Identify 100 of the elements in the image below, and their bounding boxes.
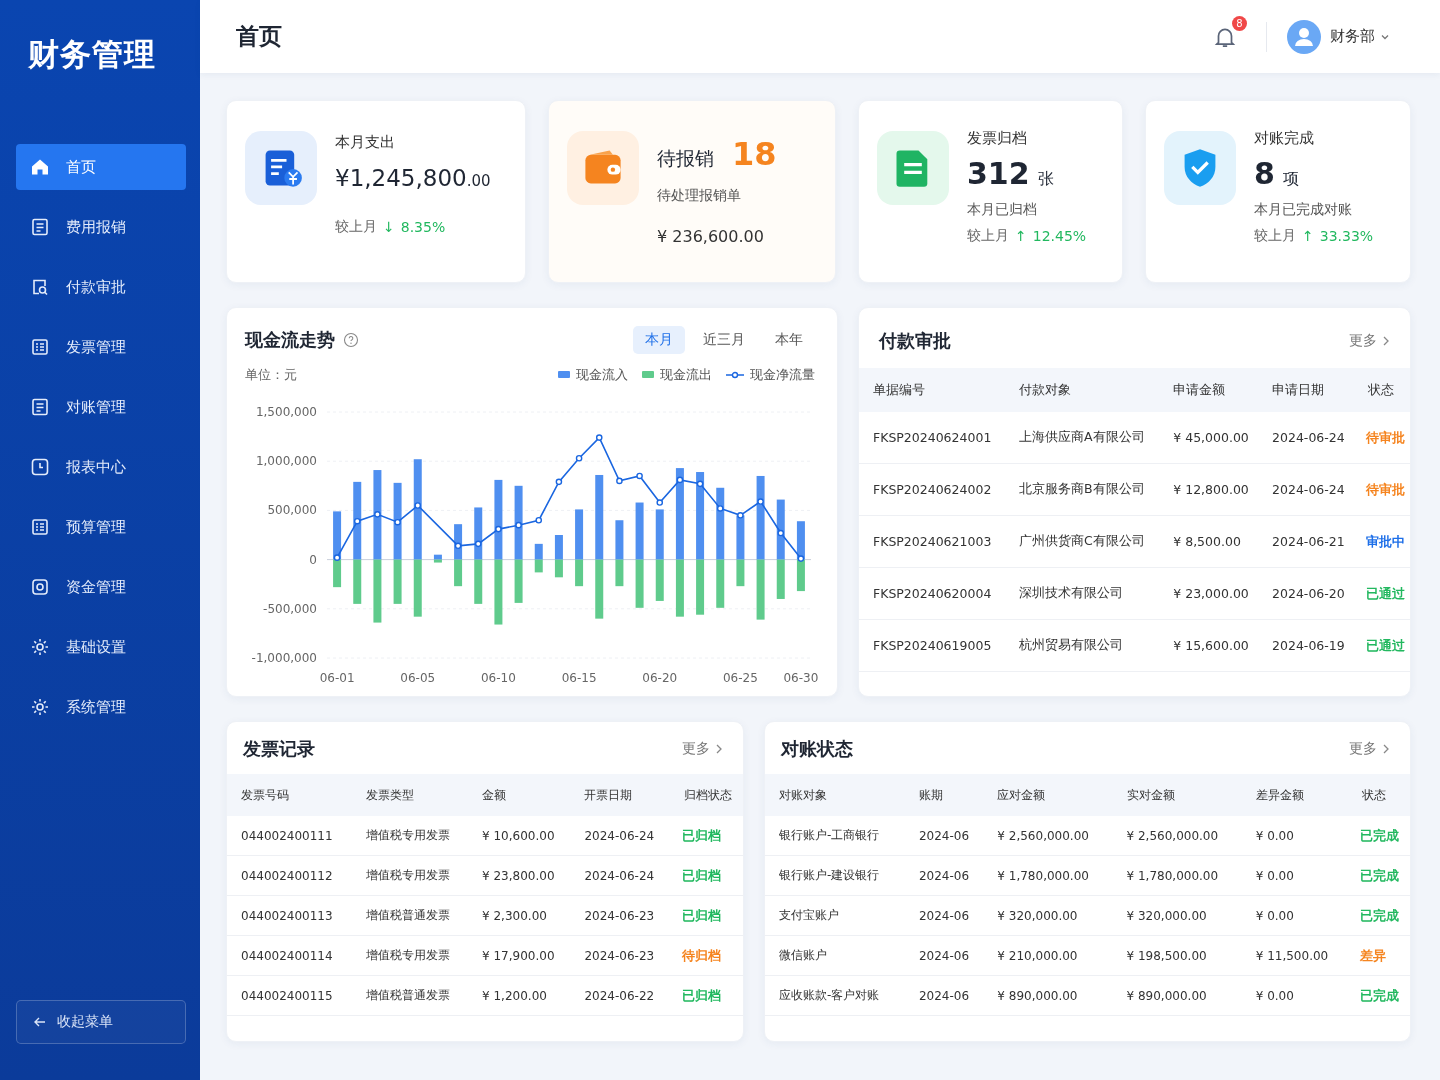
table-cell: ¥ 10,600.00 [468,816,571,856]
table-cell: FKSP20240621003 [859,515,1006,568]
table-cell: 微信账户 [765,935,905,976]
table-cell: 增值税专用发票 [352,816,469,856]
table-cell: ¥ 2,560,000.00 [983,816,1113,856]
table-cell: ¥ 8,500.00 [1159,515,1259,568]
table-cell: 044002400114 [227,935,353,976]
status-text: 已归档 [669,855,743,896]
table-cell: ¥ 23,800.00 [468,855,571,896]
y-axis-label: 1,500,000 [255,405,317,419]
x-axis-label: 06-10 [481,671,516,685]
stat-subtitle: 本月已归档 [967,201,1038,219]
table-cell: ¥ 11,500.00 [1241,935,1348,976]
notification-badge: 8 [1232,15,1247,31]
table-cell: 杭州贸易有限公司 [1005,619,1160,672]
x-axis-label: 06-15 [561,671,597,685]
column-header: 申请日期 [1258,368,1354,412]
change-value: 33.33% [1319,228,1374,244]
pending-count: 18 [732,135,777,173]
stat-label: 待报销 [657,146,714,171]
table-cell: ¥ 320,000.00 [983,895,1113,936]
stat-label: 对账完成 [1254,129,1315,148]
table-cell: 044002400112 [227,855,353,896]
column-header: 状态 [1347,774,1410,816]
table-cell: 044002400113 [227,895,353,936]
status-text: 已通过 [1353,619,1410,672]
trend-arrow: ↓ [383,218,395,235]
stat-value: 8 [1254,156,1275,191]
column-header: 对账对象 [765,774,905,816]
table-cell: ¥ 2,560,000.00 [1112,816,1242,856]
x-axis-label: 06-20 [642,671,678,685]
status-text: 已归档 [669,975,743,1016]
table-cell: 北京服务商B有限公司 [1005,463,1160,516]
x-axis-label: 06-30 [783,671,819,685]
unit-label: 单位：元 [245,366,297,384]
column-header: 差异金额 [1241,774,1348,816]
pending-amount: ¥ 236,600.00 [657,227,765,246]
status-text: 已完成 [1347,895,1410,936]
stat-unit: 项 [1282,169,1299,190]
panel-title: 现金流走势 [245,328,335,352]
column-header: 账期 [904,774,984,816]
app-title: 财务管理 [27,35,157,74]
stat-value: 312 [967,156,1030,191]
status-text: 待归档 [669,935,743,976]
table-cell: FKSP20240619005 [859,619,1006,672]
table-cell: ¥ 0.00 [1241,895,1348,936]
table-cell: 增值税普通发票 [352,895,469,936]
table-cell: 2024-06-23 [570,895,670,936]
table-cell: 2024-06 [904,935,984,976]
table-cell: ¥ 0.00 [1241,816,1348,856]
panel-title: 付款审批 [879,329,951,353]
y-axis-label: -1,000,000 [251,651,317,665]
table-cell: 银行账户-建设银行 [765,855,905,896]
table-cell: ¥ 1,780,000.00 [1112,855,1242,896]
table-cell: 2024-06-22 [570,975,670,1016]
y-axis-label: -500,000 [263,601,317,616]
table-cell: 2024-06-24 [1258,412,1354,464]
table-cell: ¥ 2,300.00 [468,895,571,936]
stat-label: 发票归档 [967,129,1028,148]
table-cell: 银行账户-工商银行 [765,816,905,856]
table-cell: 广州供货商C有限公司 [1005,515,1160,568]
status-text: 已归档 [669,816,743,856]
change-value: 8.35% [400,218,446,235]
column-header: 状态 [1353,368,1410,412]
y-axis-label: 1,000,000 [255,454,317,469]
table-cell: ¥ 23,000.00 [1159,567,1259,620]
y-axis-label: 500,000 [267,503,317,518]
column-header: 付款对象 [1005,368,1160,412]
stat-subtitle: 待处理报销单 [657,187,742,205]
status-text: 审批中 [1353,515,1410,568]
column-header: 单据编号 [859,368,1006,412]
table-cell: ¥ 320,000.00 [1112,895,1242,936]
table-cell: ¥ 0.00 [1241,975,1348,1016]
x-axis-label: 06-01 [319,671,355,685]
stat-value: ¥1,245,800.00 [335,164,491,193]
table-cell: ¥ 17,900.00 [468,935,571,976]
status-text: 已完成 [1347,816,1410,856]
table-cell: ¥ 890,000.00 [1112,975,1242,1016]
column-header: 开票日期 [570,774,670,816]
table-cell: 2024-06 [904,816,984,856]
compare-label: 较上月 [1254,227,1296,245]
table-cell: 应收账款-客户对账 [765,975,905,1016]
column-header: 金额 [468,774,571,816]
status-text: 已通过 [1353,567,1410,620]
table-cell: 支付宝账户 [765,895,905,936]
table-cell: 增值税普通发票 [352,975,469,1016]
stat-label: 本月支出 [335,133,396,152]
change-value: 12.45% [1032,228,1087,244]
compare-label: 较上月 [967,227,1009,245]
table-cell: 2024-06-20 [1258,567,1354,620]
status-text: 待审批 [1353,463,1410,516]
table-cell: 044002400111 [227,816,353,856]
column-header: 发票号码 [227,774,353,816]
table-cell: ¥ 0.00 [1241,855,1348,896]
trend-arrow: ↑ [1015,228,1027,244]
table-cell: ¥ 1,780,000.00 [983,855,1113,896]
column-header: 发票类型 [352,774,469,816]
table-cell: FKSP20240624002 [859,463,1006,516]
table-cell: 2024-06 [904,855,984,896]
table-cell: 2024-06-24 [1258,463,1354,516]
